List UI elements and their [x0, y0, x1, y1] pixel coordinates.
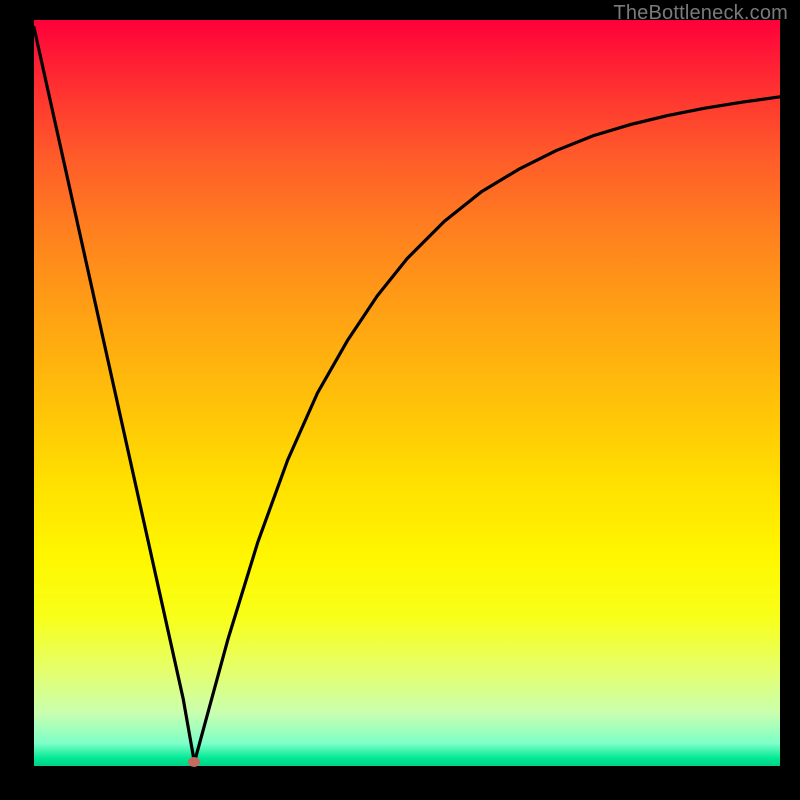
bottleneck-curve	[34, 20, 780, 766]
minimum-marker	[188, 757, 200, 767]
chart-frame: TheBottleneck.com	[0, 0, 800, 800]
plot-area	[34, 20, 780, 766]
watermark-text: TheBottleneck.com	[613, 2, 788, 25]
